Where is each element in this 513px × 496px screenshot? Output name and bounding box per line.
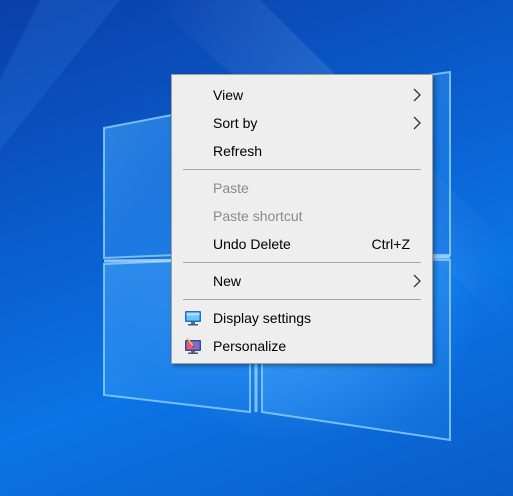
menu-item-label: Display settings: [213, 310, 312, 326]
menu-item-new[interactable]: New: [172, 267, 432, 295]
menu-item-label: New: [213, 273, 242, 289]
menu-item-refresh[interactable]: Refresh: [172, 137, 432, 165]
menu-item-label: Personalize: [213, 338, 287, 354]
menu-item-personalize[interactable]: Personalize: [172, 332, 432, 360]
chevron-right-icon: [413, 116, 421, 130]
menu-item-label: Paste: [213, 180, 249, 196]
display-settings-icon: [185, 311, 201, 326]
menu-item-paste-shortcut: Paste shortcut: [172, 202, 432, 230]
menu-item-view[interactable]: View: [172, 81, 432, 109]
menu-item-sort-by[interactable]: Sort by: [172, 109, 432, 137]
menu-item-label: Refresh: [213, 143, 263, 159]
menu-item-label: Undo Delete: [213, 236, 291, 252]
personalize-icon: [185, 337, 201, 354]
desktop-context-menu: View Sort by Refresh Paste Paste shortcu…: [171, 74, 433, 364]
menu-separator: [183, 262, 421, 263]
menu-separator: [183, 169, 421, 170]
chevron-right-icon: [413, 274, 421, 288]
menu-item-label: Paste shortcut: [213, 208, 303, 224]
menu-item-label: View: [213, 87, 244, 103]
menu-item-display-settings[interactable]: Display settings: [172, 304, 432, 332]
menu-item-shortcut: Ctrl+Z: [371, 236, 411, 252]
menu-item-undo-delete[interactable]: Undo Delete Ctrl+Z: [172, 230, 432, 258]
menu-item-label: Sort by: [213, 115, 258, 131]
menu-item-paste: Paste: [172, 174, 432, 202]
menu-separator: [183, 299, 421, 300]
chevron-right-icon: [413, 88, 421, 102]
